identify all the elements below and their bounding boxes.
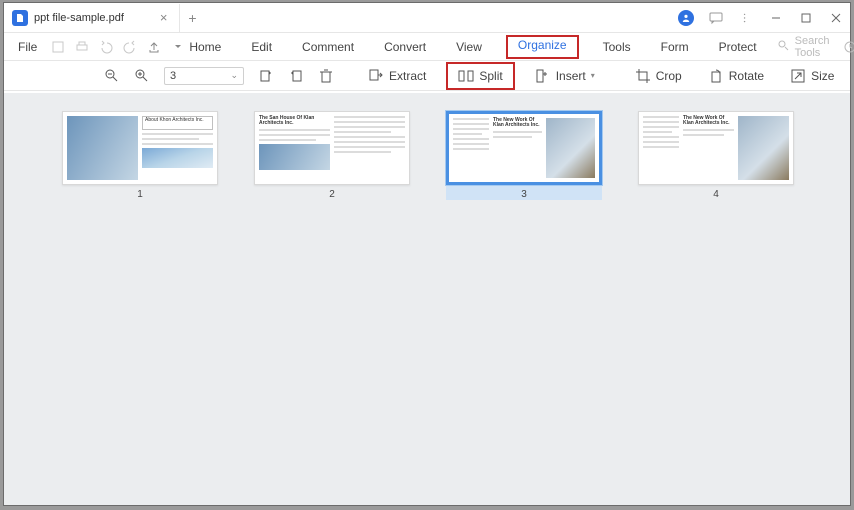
split-button[interactable]: Split (452, 65, 508, 87)
kebab-menu-icon[interactable] (738, 10, 754, 26)
thumb-number: 1 (137, 189, 143, 200)
app-window: ppt file-sample.pdf × + (3, 2, 851, 506)
thumb-heading: The New Work Of Klan Architects Inc. (493, 118, 542, 128)
menu-form[interactable]: Form (657, 38, 693, 56)
thumb-number: 2 (329, 189, 335, 200)
thumb-number: 3 (446, 189, 602, 200)
insert-button[interactable]: Insert ▾ (529, 65, 601, 87)
size-label: Size (811, 69, 834, 83)
dropdown-icon[interactable] (171, 40, 185, 54)
search-placeholder: Search Tools (795, 35, 830, 59)
extract-button[interactable]: Extract (362, 65, 432, 87)
organize-toolbar: 3⌄ Extract Split Insert ▾ Crop Rotat (4, 61, 850, 91)
redo-icon[interactable] (123, 40, 137, 54)
chevron-down-icon: ▾ (591, 71, 595, 80)
window-controls (678, 10, 844, 26)
rotate-label: Rotate (729, 69, 764, 83)
insert-label: Insert (556, 69, 586, 83)
rotate-icon (708, 68, 724, 84)
crop-button[interactable]: Crop (629, 65, 688, 87)
page-thumb-2[interactable]: The San House Of Klan Architects Inc. 2 (254, 111, 410, 200)
crop-icon (635, 68, 651, 84)
split-label: Split (479, 69, 502, 83)
page-thumb-4[interactable]: The New Work Of Klan Architects Inc. 4 (638, 111, 794, 200)
delete-icon[interactable] (318, 68, 334, 84)
thumb-heading: The San House Of Klan Architects Inc. (259, 116, 330, 126)
menu-organize[interactable]: Organize (514, 36, 571, 54)
rotate-left-icon[interactable] (258, 68, 274, 84)
page-number-value: 3 (170, 70, 176, 82)
split-icon (458, 68, 474, 84)
document-tab[interactable]: ppt file-sample.pdf × (4, 4, 180, 32)
extract-icon (368, 68, 384, 84)
app-icon (12, 10, 28, 26)
save-icon[interactable] (51, 40, 65, 54)
size-button[interactable]: Size (784, 65, 840, 87)
page-thumbnails-area: About Khon Architects Inc. 1 The San Hou… (4, 93, 850, 505)
menu-convert[interactable]: Convert (380, 38, 430, 56)
menu-view[interactable]: View (452, 38, 486, 56)
maximize-button[interactable] (798, 10, 814, 26)
menubar: File Home Edit Comment Convert View Orga… (4, 33, 850, 61)
quick-actions (51, 40, 185, 54)
clock-icon[interactable] (843, 40, 854, 54)
thumb-heading: About Khon Architects Inc. (142, 116, 213, 130)
zoom-out-icon[interactable] (104, 68, 120, 84)
crop-label: Crop (656, 69, 682, 83)
menu-edit[interactable]: Edit (247, 38, 276, 56)
minimize-button[interactable] (768, 10, 784, 26)
extract-label: Extract (389, 69, 426, 83)
menu-comment[interactable]: Comment (298, 38, 358, 56)
new-tab-button[interactable]: + (180, 10, 204, 26)
thumb-number: 4 (713, 189, 719, 200)
menu-home[interactable]: Home (185, 38, 225, 56)
chat-icon[interactable] (708, 10, 724, 26)
menu-tools[interactable]: Tools (599, 38, 635, 56)
close-button[interactable] (828, 10, 844, 26)
zoom-in-icon[interactable] (134, 68, 150, 84)
undo-icon[interactable] (99, 40, 113, 54)
thumb-heading: The New Work Of Klan Architects Inc. (683, 116, 734, 126)
tab-close-icon[interactable]: × (160, 10, 168, 25)
user-avatar-icon[interactable] (678, 10, 694, 26)
size-icon (790, 68, 806, 84)
rotate-right-icon[interactable] (288, 68, 304, 84)
chevron-down-icon: ⌄ (230, 70, 238, 81)
rotate-button[interactable]: Rotate (702, 65, 770, 87)
insert-icon (535, 68, 551, 84)
page-thumb-1[interactable]: About Khon Architects Inc. 1 (62, 111, 218, 200)
tab-title: ppt file-sample.pdf (34, 12, 124, 24)
search-tools[interactable]: Search Tools (777, 35, 830, 59)
file-menu[interactable]: File (14, 38, 41, 56)
print-icon[interactable] (75, 40, 89, 54)
page-thumb-3[interactable]: The New Work Of Klan Architects Inc. 3 (446, 111, 602, 200)
menu-protect[interactable]: Protect (715, 38, 761, 56)
search-icon (777, 39, 789, 54)
page-number-input[interactable]: 3⌄ (164, 67, 244, 85)
share-icon[interactable] (147, 40, 161, 54)
titlebar: ppt file-sample.pdf × + (4, 3, 850, 33)
